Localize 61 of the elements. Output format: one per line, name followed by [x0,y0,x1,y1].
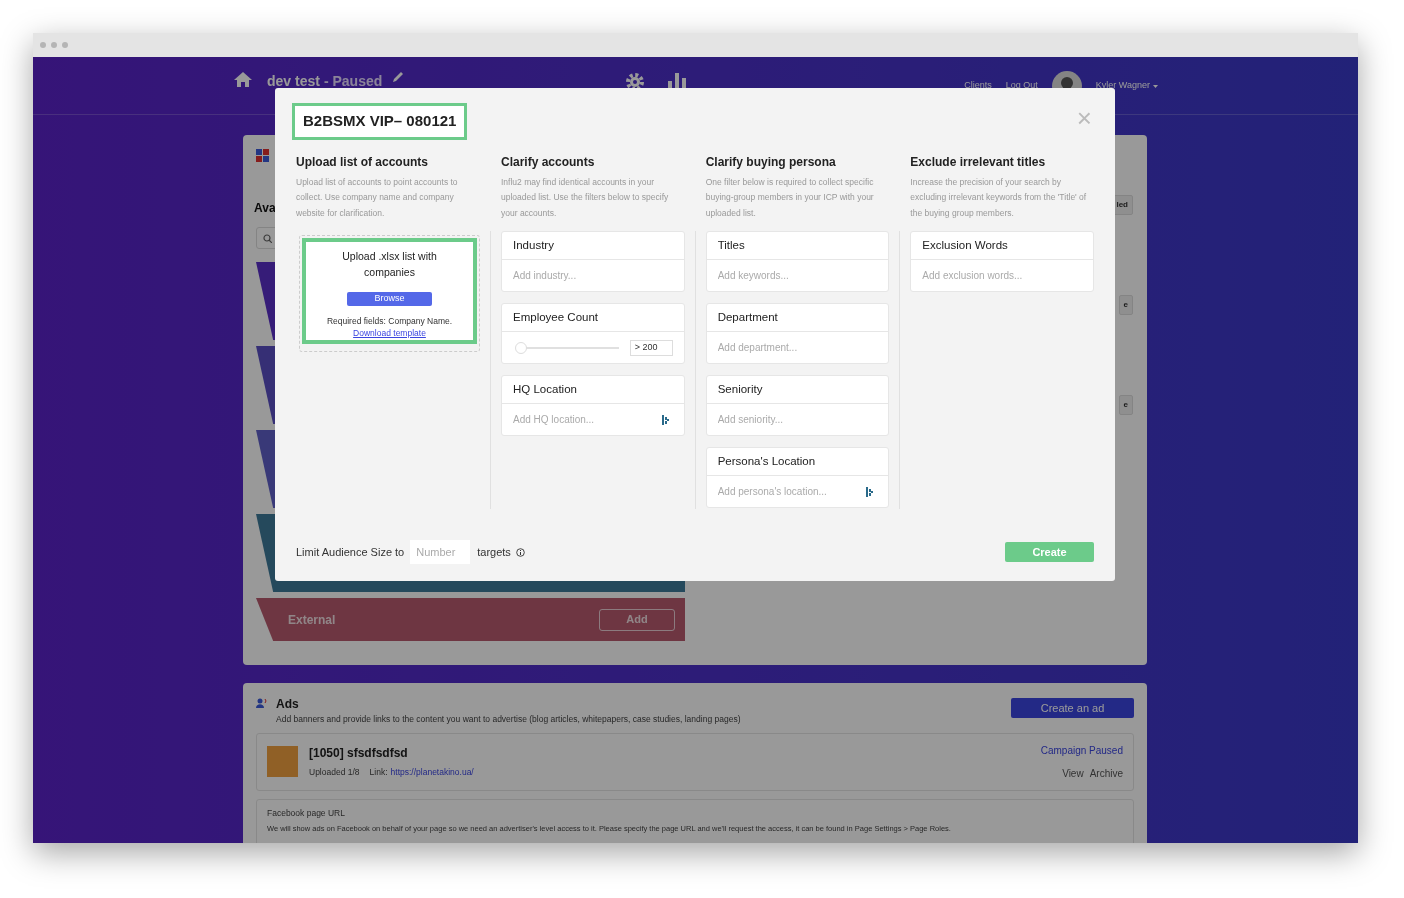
upload-count: Uploaded 1/8 [309,766,360,780]
download-template-link[interactable]: Download template [353,327,426,340]
targets-label: targets [477,544,511,560]
filter-title: Seniority [706,376,889,404]
column-description: One filter below is required to collect specific buying-group members in your ICP with your uploaded list. [705,175,875,220]
column-title: Exclude irrelevant titles [910,153,1047,171]
filter-input[interactable]: Add HQ location... [513,412,662,427]
filter-title: Persona's Location [706,448,889,476]
column-title: Clarify buying persona [705,153,837,171]
ad-action-link[interactable]: View [1062,765,1084,781]
filter-title: HQ Location [502,376,684,404]
filter-title: Department [706,304,889,332]
column-title: Clarify accounts [501,153,596,171]
column-description: Influ2 may find identical accounts in your uploaded list. Use the filters below to specify your accounts. [501,175,670,220]
ad-link[interactable]: https://planetakino.ua/ [390,766,474,780]
filter-input[interactable]: Add industry... [513,268,673,283]
filter-input[interactable]: Add exclusion words... [922,268,1082,283]
filter-title: Titles [706,232,889,260]
limit-audience-label: Limit Audience Size to [296,544,405,560]
pencil-icon[interactable] [392,71,405,83]
column-description: Increase the precision of your search by excluding irrelevant keywords from the 'Title' of the buying group members. [910,175,1088,220]
filter-title: Employee Count [502,304,684,332]
home-icon[interactable] [233,71,253,88]
filter-input[interactable]: Add persona's location... [717,484,867,499]
project-name: dev test [267,72,320,91]
filter-input[interactable]: Add keywords... [717,268,878,283]
filter-title: Industry [502,232,684,260]
filter-input[interactable]: Add seniority... [717,412,878,427]
filter-title: Exclusion Words [911,232,1093,260]
ad-name: [1050] sfsdfsdfsd [309,745,409,763]
filter-input[interactable]: Add department... [717,340,878,355]
grid-logo-icon [256,149,269,162]
partial-label: e [1118,295,1133,315]
link-label: Link: [369,766,388,780]
caret-icon[interactable] [1153,84,1158,88]
slider-thumb[interactable] [515,341,527,354]
ad-thumbnail-placeholder [267,746,298,778]
ads-description: Add banners and provide links to the content you want to advertise (blog articles, whitepapers, case studies, landing pages) [276,713,741,726]
column-description: Upload list of accounts to point accounts to collect. Use company name and company website for clarification. [296,175,459,220]
browse-button[interactable]: Browse [347,292,432,306]
required-fields-note: Required fields: Company Name. [326,314,453,328]
audience-size-input[interactable]: Number [410,540,471,564]
create-ad-button[interactable]: Create an ad [1011,698,1134,718]
info-icon[interactable] [515,547,525,557]
modal-title: B2BSMX VIP– 080121 [292,103,468,140]
location-picker-icon[interactable] [866,486,874,497]
campaign-status-link[interactable]: Campaign Paused [1040,742,1123,758]
funnel-stage-label: External [288,611,336,629]
facebook-title: Facebook page URL [267,806,346,820]
ads-title: Ads [276,696,300,713]
upload-instructions: Upload .xlsx list with companies [341,249,438,280]
ad-action-link[interactable]: Archive [1089,765,1123,781]
employee-count-value[interactable]: > 200 [629,339,673,356]
location-picker-icon[interactable] [661,414,669,425]
project-status: - Paused [323,72,383,91]
section-title: Ava [254,200,276,217]
partial-label: e [1118,395,1133,415]
add-button[interactable]: Add [599,608,675,631]
column-title: Upload list of accounts [296,153,429,171]
search-icon [263,233,272,243]
megaphone-person-icon [256,698,268,708]
